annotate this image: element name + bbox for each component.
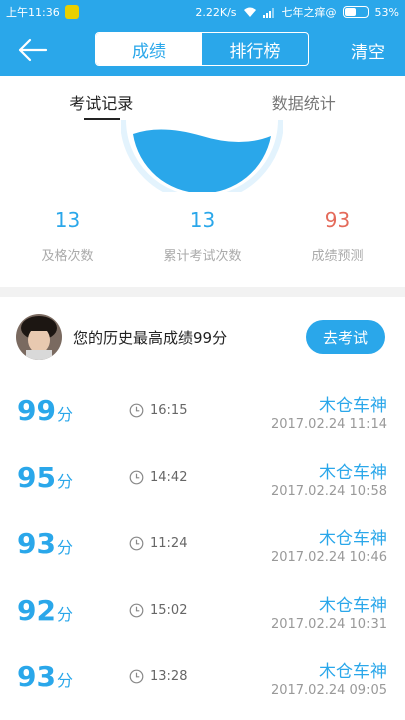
tab-exam-records[interactable]: 考试记录 (0, 76, 203, 122)
tab-scores[interactable]: 成绩 (96, 33, 202, 65)
score-unit: 分 (56, 604, 73, 624)
score-gauge (121, 120, 283, 192)
record-duration: 16:15 (150, 403, 188, 418)
stats-row: 13 及格次数 13 累计考试次数 93 成绩预测 (0, 208, 405, 264)
record-item[interactable]: 93分 11:24 木仓车神 2017.02.24 10:46 (0, 510, 405, 577)
score-value: 93 (17, 660, 56, 693)
score-unit: 分 (56, 405, 73, 424)
stat-value: 13 (189, 208, 216, 232)
battery-level (344, 8, 356, 16)
record-score: 93分 (17, 527, 73, 560)
record-user-name: 木仓车神 (319, 462, 387, 483)
stat-value: 93 (324, 208, 351, 232)
score-value: 93 (17, 527, 56, 560)
record-date: 2017.02.24 11:14 (270, 417, 387, 432)
wifi-icon (243, 7, 256, 17)
stat-label: 及格次数 (41, 249, 94, 264)
record-item[interactable]: 92分 15:02 木仓车神 2017.02.24 10:31 (0, 577, 405, 644)
score-value: 92 (17, 593, 56, 627)
signal-icon (262, 7, 274, 18)
record-duration: 13:28 (150, 669, 188, 684)
score-value: 95 (17, 460, 56, 494)
record-user-name: 木仓车神 (319, 662, 387, 682)
section-divider (0, 287, 405, 297)
tab-ranking[interactable]: 排行榜 (202, 33, 308, 65)
record-user-name: 木仓车神 (319, 529, 387, 549)
best-score-text: 您的历史最高成绩99分 (73, 329, 228, 347)
score-unit: 分 (56, 471, 73, 491)
clock-icon (129, 470, 144, 484)
clock-icon (129, 403, 144, 418)
status-time: 上午11:36 (6, 6, 60, 19)
record-duration: 14:42 (150, 469, 188, 485)
back-button[interactable] (16, 36, 50, 64)
record-score: 93分 (17, 660, 73, 693)
record-user-name: 木仓车神 (319, 595, 387, 616)
status-bar: 上午11:36 2.22K/s 七年之痒@ 53% (0, 0, 405, 24)
segmented-control: 成绩 排行榜 (95, 32, 309, 66)
active-tab-indicator (84, 118, 120, 120)
record-user-name: 木仓车神 (319, 396, 387, 416)
score-unit: 分 (56, 671, 73, 690)
record-item[interactable]: 93分 13:28 木仓车神 2017.02.24 09:05 (0, 643, 405, 710)
record-score: 95分 (17, 461, 73, 494)
stat-label: 成绩预测 (311, 249, 364, 264)
record-item[interactable]: 99分 16:15 木仓车神 2017.02.24 11:14 (0, 377, 405, 444)
take-exam-button[interactable]: 去考试 (306, 320, 385, 354)
battery-icon (342, 6, 369, 18)
stat-total-exams: 13 累计考试次数 (135, 208, 270, 264)
record-date: 2017.02.24 10:31 (270, 616, 387, 632)
record-date: 2017.02.24 10:46 (270, 550, 387, 565)
record-date: 2017.02.24 10:58 (270, 483, 387, 499)
score-value: 99 (17, 394, 56, 427)
record-score: 99分 (17, 394, 73, 427)
user-avatar-icon (16, 314, 62, 360)
stat-pass-count: 13 及格次数 (0, 208, 135, 264)
clock-icon (129, 536, 144, 551)
carrier-name: 七年之痒@ (281, 6, 337, 19)
notification-app-icon (64, 5, 79, 19)
clear-button[interactable]: 清空 (351, 38, 385, 63)
record-list: 99分 16:15 木仓车神 2017.02.24 11:14 95分 14:4… (0, 377, 405, 710)
stat-value: 13 (54, 208, 81, 232)
avatar[interactable] (16, 314, 62, 360)
sub-tabs: 考试记录 数据统计 (0, 76, 405, 122)
arrow-left-icon (18, 38, 48, 62)
score-unit: 分 (56, 538, 73, 557)
tab-statistics[interactable]: 数据统计 (203, 76, 405, 122)
best-score-row: 您的历史最高成绩99分 去考试 (0, 297, 405, 377)
clock-icon (129, 603, 144, 617)
record-score: 92分 (17, 594, 73, 627)
record-date: 2017.02.24 09:05 (270, 683, 387, 698)
stat-score-prediction: 93 成绩预测 (270, 208, 405, 264)
battery-percent: 53% (374, 5, 399, 19)
nav-bar: 成绩 排行榜 清空 (0, 24, 405, 76)
clock-icon (129, 669, 144, 684)
network-speed: 2.22K/s (195, 5, 237, 19)
stat-label: 累计考试次数 (163, 249, 242, 264)
record-item[interactable]: 95分 14:42 木仓车神 2017.02.24 10:58 (0, 444, 405, 511)
record-duration: 15:02 (150, 602, 188, 618)
record-duration: 11:24 (150, 536, 188, 551)
